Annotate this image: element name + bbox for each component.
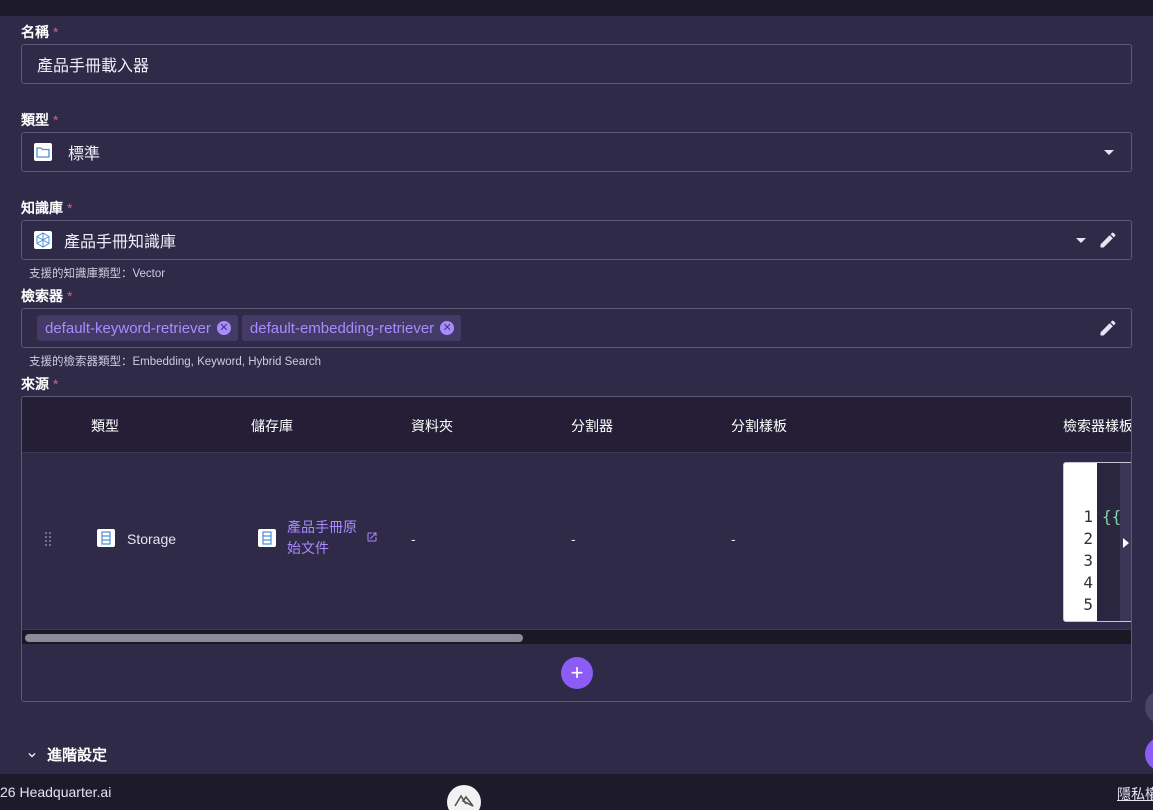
mountain-logo-icon <box>454 794 474 807</box>
add-source-button[interactable]: + <box>561 657 593 689</box>
scrollbar-thumb[interactable] <box>25 634 523 642</box>
remove-chip-icon[interactable]: ✕ <box>440 321 455 335</box>
chevron-down-icon[interactable] <box>1104 150 1114 155</box>
edit-icon[interactable] <box>1098 318 1118 338</box>
knowledge-base-hint: 支援的知識庫類型：Vector <box>29 268 166 280</box>
column-header: 分割器 <box>571 418 613 434</box>
name-value: 產品手冊載入器 <box>37 58 150 75</box>
storage-icon <box>258 529 276 547</box>
repository-link[interactable]: 產品手冊原 始文件 <box>287 517 357 559</box>
copyright-text: 26 Headquarter.ai <box>0 784 112 800</box>
column-header: 檢索器樣板 <box>1063 418 1132 434</box>
column-header: 資料夾 <box>411 418 453 434</box>
knowledge-base-select[interactable]: 產品手冊知識庫 <box>21 220 1132 260</box>
folder-value: - <box>411 531 416 547</box>
horizontal-scrollbar[interactable] <box>22 629 1131 644</box>
retriever-chip[interactable]: default-keyword-retriever ✕ <box>37 315 238 341</box>
drag-handle-icon[interactable] <box>44 531 52 547</box>
folder-icon <box>34 143 52 161</box>
retriever-label: 檢索器 * <box>21 288 73 304</box>
remove-chip-icon[interactable]: ✕ <box>216 321 231 335</box>
chevron-down-icon[interactable] <box>1076 238 1086 243</box>
knowledge-base-label: 知識庫 * <box>21 200 73 216</box>
chevron-right-icon[interactable] <box>1123 538 1129 548</box>
name-label: 名稱 * <box>21 24 59 40</box>
source-label: 來源 * <box>21 376 59 392</box>
storage-icon <box>97 529 115 547</box>
column-header: 儲存庫 <box>251 418 293 434</box>
source-table: 類型 儲存庫 資料夾 分割器 分割樣板 檢索器樣板 Storage 產品手冊原 … <box>21 396 1132 702</box>
privacy-link[interactable]: 隱私權 <box>1117 784 1153 804</box>
chevron-down-icon <box>28 752 36 757</box>
external-link-icon[interactable] <box>366 531 378 543</box>
splitter-value: - <box>571 531 576 547</box>
type-select[interactable]: 標準 <box>21 132 1132 172</box>
advanced-settings-toggle[interactable]: 進階設定 <box>25 744 107 765</box>
source-type: Storage <box>127 531 177 547</box>
knowledge-base-value: 產品手冊知識庫 <box>64 234 177 251</box>
split-template-value: - <box>731 531 736 547</box>
type-label: 類型 * <box>21 112 59 128</box>
retriever-select[interactable]: default-keyword-retriever ✕ default-embed… <box>21 308 1132 348</box>
name-input[interactable]: 產品手冊載入器 <box>21 44 1132 84</box>
retriever-hint: 支援的檢索器類型：Embedding, Keyword, Hybrid Sear… <box>29 356 322 368</box>
column-header: 類型 <box>91 418 119 434</box>
retriever-chip[interactable]: default-embedding-retriever ✕ <box>241 315 462 341</box>
cube-network-icon <box>34 231 52 249</box>
edit-icon[interactable] <box>1098 230 1118 250</box>
retriever-template-editor[interactable]: 1 2 3 4 5 {{ <box>1063 462 1131 622</box>
type-value: 標準 <box>68 146 101 163</box>
line-number-gutter: 1 2 3 4 5 <box>1064 463 1097 621</box>
footer: 26 Headquarter.ai 隱私權 <box>0 774 1153 810</box>
top-bar <box>0 0 1153 16</box>
table-row: Storage 產品手冊原 始文件 - - - 1 2 3 4 5 {{ <box>22 454 1131 629</box>
column-header: 分割樣板 <box>731 418 787 434</box>
editor-scrollbar[interactable] <box>1120 463 1131 621</box>
table-header: 類型 儲存庫 資料夾 分割器 分割樣板 檢索器樣板 <box>22 397 1132 453</box>
code-text: {{ <box>1102 507 1122 526</box>
advanced-settings-label: 進階設定 <box>47 747 108 764</box>
